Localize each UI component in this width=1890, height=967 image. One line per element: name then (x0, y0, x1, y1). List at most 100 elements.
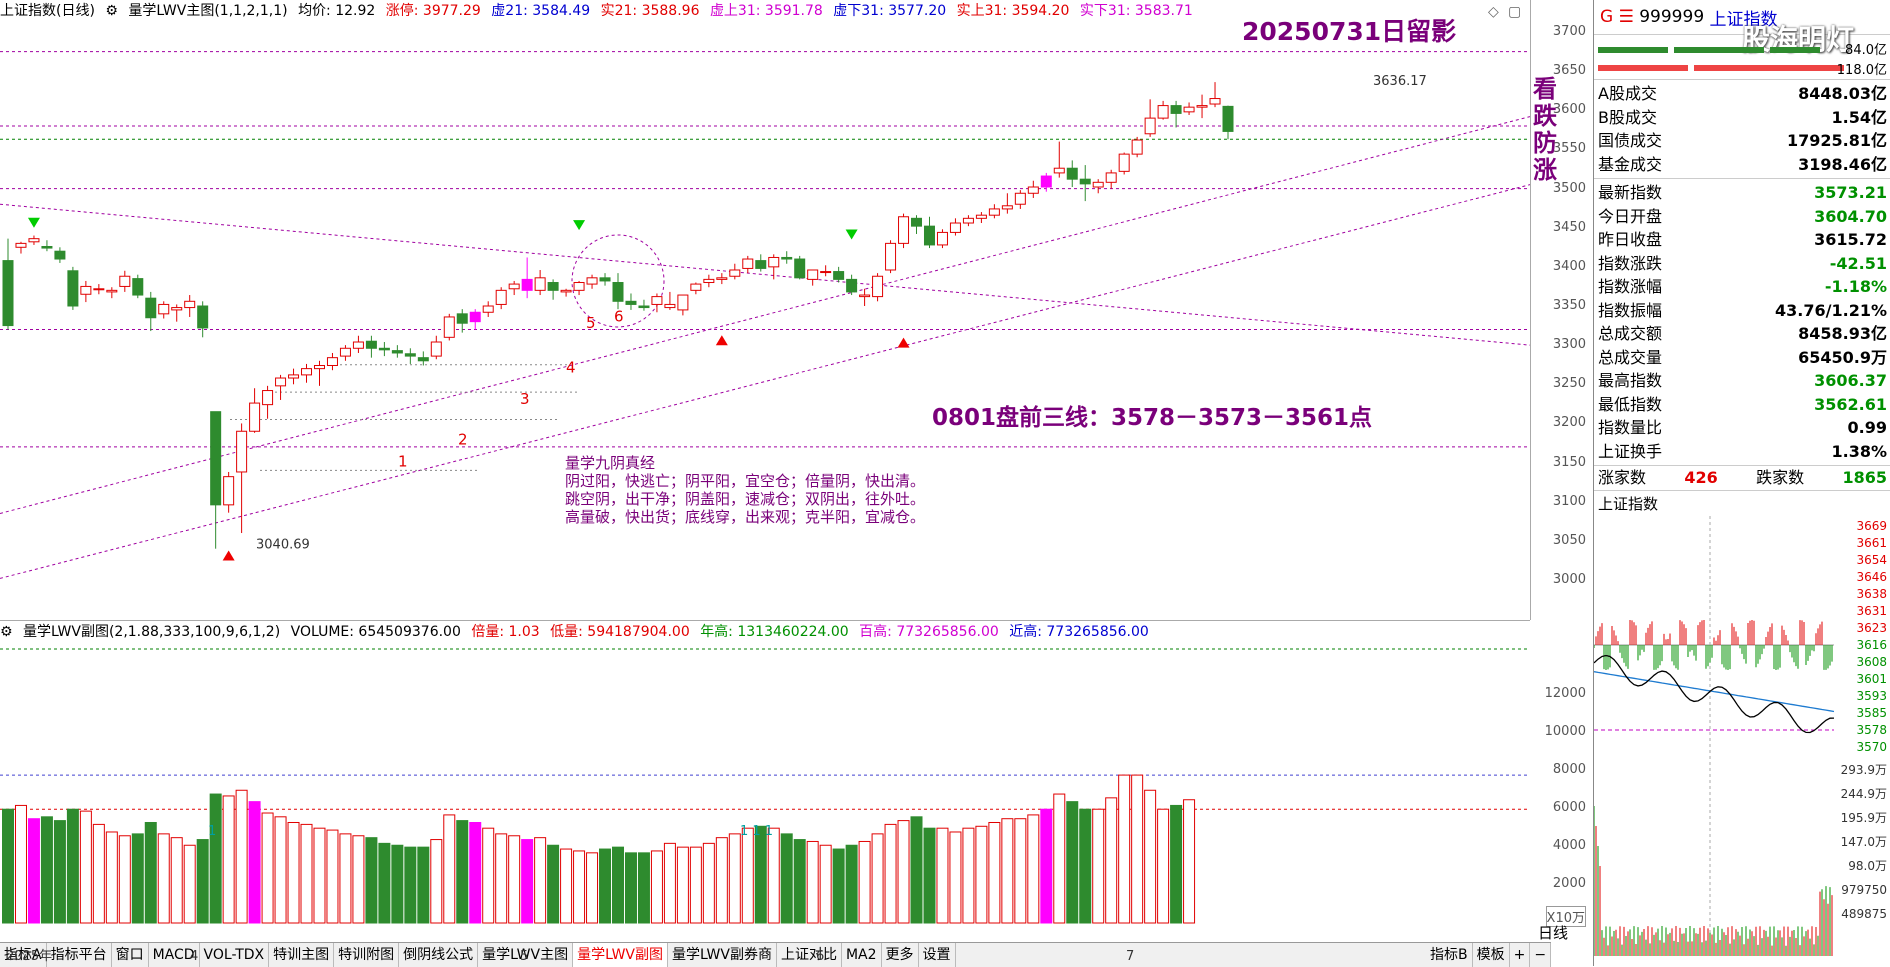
mini-price-tick: 3623 (1856, 621, 1887, 635)
volume-bar (326, 829, 339, 924)
price-tick: 3000 (1552, 572, 1586, 587)
indicator-tab[interactable]: 量学LWV副图 (573, 943, 669, 967)
volume-bar (144, 821, 157, 924)
volume-bar (2, 808, 14, 924)
candle-body (1183, 106, 1195, 113)
indicator-tab[interactable]: 上证对比 (777, 943, 842, 967)
sell-arrow-icon (845, 229, 858, 240)
candle-body (171, 307, 183, 311)
flags[interactable]: G ☰ (1600, 7, 1634, 27)
indicator-tab[interactable]: 窗口 (112, 943, 149, 967)
nine-yin-line: 跳空阴，出干净；阴盖阳，速减仓；双阴出，往外吐。 (565, 490, 926, 508)
mini-volume-tick: 147.0万 (1841, 835, 1887, 849)
candle-body (962, 217, 974, 224)
period-label[interactable]: 日线 (1538, 922, 1568, 943)
price-tick: 3700 (1552, 24, 1586, 39)
volume-bar (365, 837, 378, 924)
indicator-tab[interactable]: 设置 (919, 943, 956, 967)
nine-yin-line: 高量破，快出货；底线穿，出来观；克半阳，宜减仓。 (565, 508, 926, 526)
plus-button[interactable]: + (1510, 943, 1531, 967)
volume-bar (443, 814, 456, 924)
volume-bar (780, 833, 793, 924)
volume-bar (884, 823, 897, 924)
candle-body (1131, 139, 1143, 155)
volume-bar (793, 839, 806, 924)
intraday-mini-chart[interactable]: 3669 3661 3654 3646 3638 3631 3623 3616 3608 3601… (1594, 515, 1890, 956)
index-stats-rows: 最新指数 3573.21 今日开盘 3604.70 昨日收盘 3615.72 指数涨跌 -42… (1594, 179, 1890, 466)
price-tick: 3350 (1552, 298, 1586, 313)
candle-body (729, 269, 741, 277)
indicator-tab[interactable]: 更多 (882, 943, 919, 967)
price-tick: 3300 (1552, 337, 1586, 353)
stat-row: 总成交量 65450.9万 (1594, 346, 1890, 370)
volume-bar (235, 789, 248, 924)
nine-yin-note: 量学九阴真经 阴过阳，快逃亡；阴平阳，宜空仓；倍量阴，快出清。 跳空阴，出干净；… (565, 454, 925, 526)
volume-bar (261, 812, 274, 924)
stat-value: 3615.72 (1814, 230, 1887, 249)
indicator-tab[interactable]: MA2 (842, 943, 882, 967)
mini-price-tick: 3661 (1856, 536, 1887, 550)
volume-tick: 8000 (1552, 762, 1586, 778)
high-label: 3636.17 (1373, 74, 1427, 89)
wave-label: 2 (458, 431, 468, 449)
stat-label: 总成交额 (1598, 324, 1663, 343)
stat-row: 国债成交 17925.81亿 (1594, 129, 1890, 153)
volume-bar (754, 825, 767, 924)
candle-body (1014, 192, 1026, 205)
tab-template[interactable]: 模板 (1473, 943, 1510, 967)
volume-chart-panel[interactable]: ⚙ 量学LWV副图(2,1.88,333,100,9,6,1,2) VOLUME… (0, 620, 1530, 959)
indicator-tab[interactable]: 倒阴线公式 (399, 943, 479, 967)
candle-body (1157, 105, 1169, 119)
volume-bar (482, 827, 495, 924)
mini-volume-tick: 489875 (1841, 907, 1887, 921)
volume-bar (676, 846, 689, 924)
stat-value: 3604.70 (1814, 206, 1887, 226)
indicator-tab[interactable]: 特训附图 (334, 943, 400, 967)
candle-body (249, 402, 261, 432)
wave-label: 5 (586, 314, 596, 332)
mini-price-tick: 3616 (1856, 638, 1887, 652)
tab-indicator-b[interactable]: 指标B (1426, 943, 1473, 967)
nine-yin-title: 量学九阴真经 (565, 454, 656, 472)
indicator-tab[interactable]: VOL-TDX (200, 943, 270, 967)
stat-label: 最高指数 (1598, 371, 1663, 390)
volume-bar (196, 839, 209, 924)
stat-label: 指数振幅 (1598, 300, 1663, 320)
main-chart-panel[interactable]: 上证指数(日线) ⚙ 量学LWV主图(1,1,2,1,1) 均价: 12.92 … (0, 0, 1557, 620)
volume-bar (378, 842, 391, 924)
volume-bar (1170, 804, 1183, 924)
candle-body (690, 283, 702, 291)
stat-value: 8448.03亿 (1798, 84, 1887, 103)
volume-bar (79, 810, 92, 924)
wave-label: 1 (398, 452, 408, 470)
indicator-tab[interactable]: 指标平台 (47, 943, 112, 967)
volume-bar (949, 831, 962, 924)
main-price-axis[interactable]: 3700 3650 3600 3550 3500 3450 3400 3350 3300 3250… (1530, 0, 1592, 620)
bar-value-1: 84.0亿 (1845, 43, 1887, 58)
candle-body (651, 296, 663, 305)
candle-body (807, 269, 819, 280)
volume-bar (988, 821, 1001, 924)
indicator-tab[interactable]: 量学LWV副券商 (668, 943, 777, 967)
candle-body (936, 231, 948, 246)
volume-bar (845, 844, 858, 924)
candle-body (755, 260, 767, 269)
candle-body (197, 305, 209, 329)
volume-bar (157, 833, 170, 924)
turnover-rows: A股成交 8448.03亿 B股成交 1.54亿 国债成交 17925.81亿 基金成交 31… (1594, 80, 1890, 179)
indicator-tab[interactable]: 特训主图 (269, 943, 335, 967)
candle-body (28, 238, 40, 243)
volume-tick: 4000 (1552, 838, 1586, 854)
stat-value: 0.99 (1847, 418, 1887, 437)
stat-row: B股成交 1.54亿 (1594, 106, 1890, 130)
volume-axis[interactable]: 12000 10000 8000 6000 4000 2000 X10万 (1530, 620, 1592, 958)
candle-body (1209, 98, 1221, 105)
stat-label: 国债成交 (1598, 131, 1663, 150)
volume-bar (832, 848, 845, 924)
candle-body (2, 260, 14, 327)
candle-body (547, 282, 559, 291)
minus-button[interactable]: − (1530, 943, 1552, 967)
candle-body (781, 256, 793, 260)
candle-body (313, 364, 325, 370)
candle-body (1001, 205, 1013, 210)
